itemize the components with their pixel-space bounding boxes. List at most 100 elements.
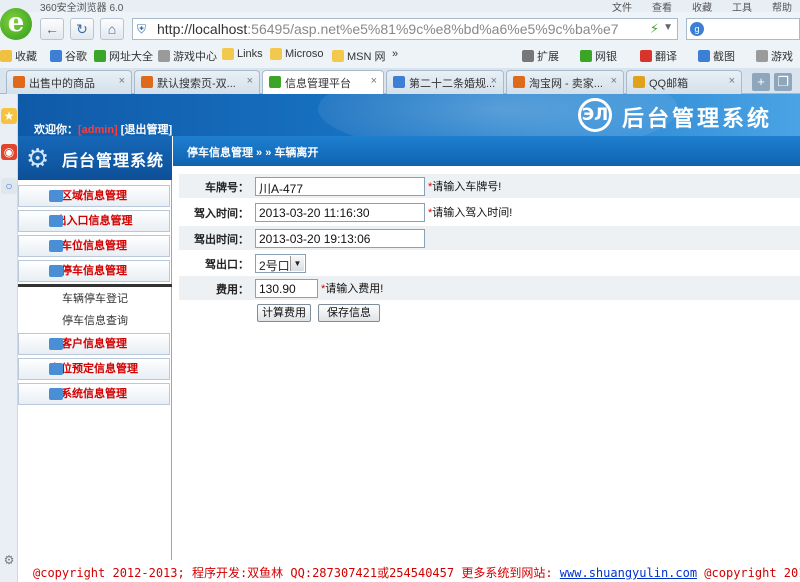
sidebar-item-gate-info[interactable]: 出入口信息管理 [18, 210, 170, 232]
website-link[interactable]: www.shuangyulin.com [560, 566, 697, 580]
sidebar-item-label: 区域信息管理 [61, 190, 127, 202]
bookmark-links[interactable]: Links [222, 48, 263, 60]
sidebar-item-parking-info[interactable]: 停车信息管理 [18, 260, 170, 282]
bookmark-label: Links [237, 48, 263, 60]
sidebar-item-reservation-info[interactable]: 车位预定信息管理 [18, 358, 170, 380]
menu-tools[interactable]: 工具 [732, 0, 752, 14]
online-banking-button[interactable]: 网银 [580, 48, 617, 64]
tab-qq-mail[interactable]: QQ邮箱 × [626, 70, 742, 94]
translate-button[interactable]: 翻译 [640, 48, 677, 64]
back-button[interactable]: ← [40, 18, 64, 40]
address-url[interactable]: http://localhost:56495/asp.net%e5%81%9c%… [157, 21, 627, 37]
chevron-down-icon[interactable]: ▼ [290, 256, 304, 271]
bookmark-game-center[interactable]: 游戏中心 [158, 48, 217, 64]
app-icon[interactable]: ○ [1, 178, 17, 194]
sidebar-subitem-register[interactable]: 车辆停车登记 [18, 289, 172, 309]
folder-icon [49, 190, 63, 202]
logout-link[interactable]: [退出管理] [121, 124, 172, 136]
browser-menu-bar: 文件 查看 收藏 工具 帮助 [612, 0, 792, 14]
tab-info-platform[interactable]: 信息管理平台 × [262, 70, 384, 94]
close-icon[interactable]: × [611, 75, 617, 87]
address-bar[interactable]: ⛨ http://localhost:56495/asp.net%e5%81%9… [132, 18, 678, 40]
welcome-label: 欢迎你： [34, 124, 78, 136]
browser-logo-icon: e [0, 8, 32, 40]
main-content: 停车信息管理 » » 车辆离开 车牌号： 川A-477 *请输入车牌号! 驾入时… [173, 136, 800, 560]
tab-default-search[interactable]: 默认搜索页-双... × [134, 70, 260, 94]
shield-icon: ⛨ [137, 22, 147, 36]
folder-icon [49, 363, 63, 375]
save-button[interactable]: 保存信息 [318, 304, 380, 322]
breadcrumb: 停车信息管理 » » 车辆离开 [173, 136, 800, 166]
tab-favicon-icon [513, 76, 525, 88]
menu-view[interactable]: 查看 [652, 0, 672, 14]
fee-hint-text: 请输入费用! [325, 283, 384, 295]
sidebar-item-space-info[interactable]: 车位信息管理 [18, 235, 170, 257]
restore-tab-icon[interactable]: ❐ [774, 73, 792, 91]
sidebar-item-area-info[interactable]: 区域信息管理 [18, 185, 170, 207]
bookmark-microsoft[interactable]: Microso [270, 48, 324, 60]
tab-products[interactable]: 出售中的商品 × [6, 70, 132, 94]
tab-taobao-seller[interactable]: 淘宝网 - 卖家... × [506, 70, 624, 94]
screenshot-button[interactable]: 截图 [698, 48, 735, 64]
entry-time-input[interactable]: 2013-03-20 11:16:30 [255, 203, 425, 222]
url-path: :56495/asp.net%e5%81%9c%e8%bd%a6%e5%9c%b… [247, 21, 619, 37]
chevron-down-icon[interactable]: ▼ [663, 22, 673, 33]
close-icon[interactable]: × [729, 75, 735, 87]
extensions-button[interactable]: 扩展 [522, 48, 559, 64]
fee-input[interactable]: 130.90 [255, 279, 318, 298]
copyright-text: @copyright 2012-2013; 程序开发:双鱼林 QQ:287307… [33, 564, 800, 581]
shield-icon [580, 50, 592, 62]
bookmark-label: 截图 [713, 51, 735, 63]
folder-icon [49, 265, 63, 277]
plate-input[interactable]: 川A-477 [255, 177, 425, 196]
new-tab-button[interactable]: + [752, 73, 770, 91]
sidebar-subitem-query[interactable]: 停车信息查询 [18, 311, 172, 331]
search-engine-icon[interactable]: g [690, 22, 704, 36]
exit-time-input[interactable]: 2013-03-20 19:13:06 [255, 229, 425, 248]
menu-divider [18, 284, 172, 287]
tab-marriage-rules[interactable]: 第二十二条婚规... × [386, 70, 504, 94]
games-button[interactable]: 游戏 [756, 48, 793, 64]
bolt-icon[interactable]: ⚡ [650, 21, 659, 37]
close-icon[interactable]: × [119, 75, 125, 87]
gear-icon[interactable]: ⚙ [1, 552, 17, 568]
home-button[interactable]: ⌂ [100, 18, 124, 40]
exit-gate-value: 2号口 [259, 259, 290, 273]
google-icon [50, 50, 62, 62]
current-user: [admin] [78, 124, 118, 136]
grid-icon [522, 50, 534, 62]
menu-file[interactable]: 文件 [612, 0, 632, 14]
bookmark-favorites[interactable]: 收藏 [0, 48, 37, 64]
bookmark-msn[interactable]: MSN 网 [332, 48, 386, 64]
sidebar-item-system-info[interactable]: 系统信息管理 [18, 383, 170, 405]
close-icon[interactable]: × [247, 75, 253, 87]
bookmarks-more[interactable]: » [392, 48, 398, 60]
title-bar: 360安全浏览器 6.0 文件 查看 收藏 工具 帮助 [0, 0, 800, 14]
entry-time-hint-text: 请输入驾入时间! [432, 207, 513, 219]
exit-gate-select[interactable]: 2号口 ▼ [255, 254, 306, 273]
exit-gate-row: 驾出口： 2号口 ▼ [179, 251, 800, 275]
plate-row: 车牌号： 川A-477 *请输入车牌号! [179, 174, 800, 198]
search-input[interactable]: g [686, 18, 800, 40]
star-icon[interactable]: ★ [1, 108, 17, 124]
refresh-button[interactable]: ↻ [70, 18, 94, 40]
calculate-fee-button[interactable]: 计算费用 [257, 304, 311, 322]
close-icon[interactable]: × [371, 75, 377, 87]
tab-favicon-icon [13, 76, 25, 88]
folder-icon [222, 48, 234, 60]
entry-time-row: 驾入时间： 2013-03-20 11:16:30 *请输入驾入时间! [179, 200, 800, 224]
tab-favicon-icon [393, 76, 405, 88]
sidebar-item-label: 出入口信息管理 [55, 215, 133, 227]
bookmark-label: 游戏 [771, 51, 793, 63]
sidebar-header: ⚙ 后台管理系统 [18, 136, 172, 180]
close-icon[interactable]: × [491, 75, 497, 87]
folder-icon [49, 338, 63, 350]
plate-hint: *请输入车牌号! [428, 178, 501, 194]
bookmark-site-directory[interactable]: 网址大全 [94, 48, 153, 64]
bookmark-label: Microso [285, 48, 324, 60]
bookmark-google[interactable]: 谷歌 [50, 48, 87, 64]
sidebar-item-customer-info[interactable]: 客户信息管理 [18, 333, 170, 355]
weibo-icon[interactable]: ◉ [1, 144, 17, 160]
menu-favorites[interactable]: 收藏 [692, 0, 712, 14]
menu-help[interactable]: 帮助 [772, 0, 792, 14]
